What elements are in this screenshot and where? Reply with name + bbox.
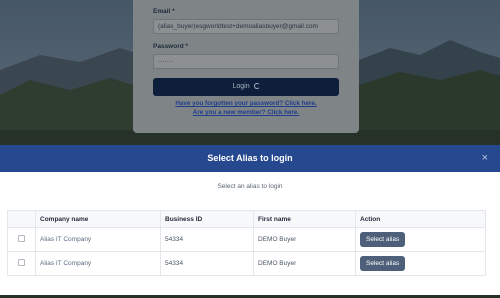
table-row: Alias IT Company 54334 DEMO Buyer Select…	[7, 227, 486, 252]
cell-first-name: DEMO Buyer	[253, 227, 356, 252]
select-alias-button[interactable]: Select alias	[360, 256, 406, 271]
column-header-first-name: First name	[253, 210, 356, 228]
login-card: Email * (alias_buyer)esgworldtest+demoal…	[133, 0, 359, 133]
cell-first-name: DEMO Buyer	[253, 251, 356, 276]
column-header-business-id: Business ID	[160, 210, 254, 228]
modal-header: Select Alias to login ×	[0, 145, 500, 172]
cell-company: Alias IT Company	[35, 251, 161, 276]
cell-action: Select alias	[355, 227, 486, 252]
row-checkbox[interactable]	[18, 259, 25, 266]
cell-business-id: 54334	[160, 227, 254, 252]
modal-subtitle: Select an alias to login	[217, 183, 283, 190]
select-alias-modal: Select Alias to login × Select an alias …	[0, 145, 500, 295]
email-label: Email *	[153, 8, 175, 15]
select-alias-button[interactable]: Select alias	[360, 232, 406, 247]
alias-table: Company name Business ID First name Acti…	[7, 210, 486, 276]
login-button[interactable]: Login	[153, 78, 339, 96]
header-checkbox-cell	[7, 210, 36, 228]
password-field[interactable]: ·······	[153, 54, 339, 69]
row-checkbox[interactable]	[18, 235, 25, 242]
password-label: Password *	[153, 43, 189, 50]
row-checkbox-cell	[7, 227, 36, 252]
table-row: Alias IT Company 54334 DEMO Buyer Select…	[7, 251, 486, 276]
new-member-link[interactable]: Are you a new member? Click here.	[153, 109, 339, 116]
cell-action: Select alias	[355, 251, 486, 276]
email-field[interactable]: (alias_buyer)esgworldtest+demoaliasbuyer…	[153, 19, 339, 34]
close-icon[interactable]: ×	[482, 145, 488, 172]
cell-business-id: 54334	[160, 251, 254, 276]
loading-spinner-icon	[253, 83, 260, 89]
column-header-action: Action	[355, 210, 486, 228]
row-checkbox-cell	[7, 251, 36, 276]
forgot-password-link[interactable]: Have you forgotten your password? Click …	[153, 100, 339, 107]
table-header-row: Company name Business ID First name Acti…	[7, 210, 486, 228]
login-button-label: Login	[232, 83, 250, 90]
column-header-company: Company name	[35, 210, 161, 228]
modal-title: Select Alias to login	[207, 153, 293, 163]
cell-company: Alias IT Company	[35, 227, 161, 252]
